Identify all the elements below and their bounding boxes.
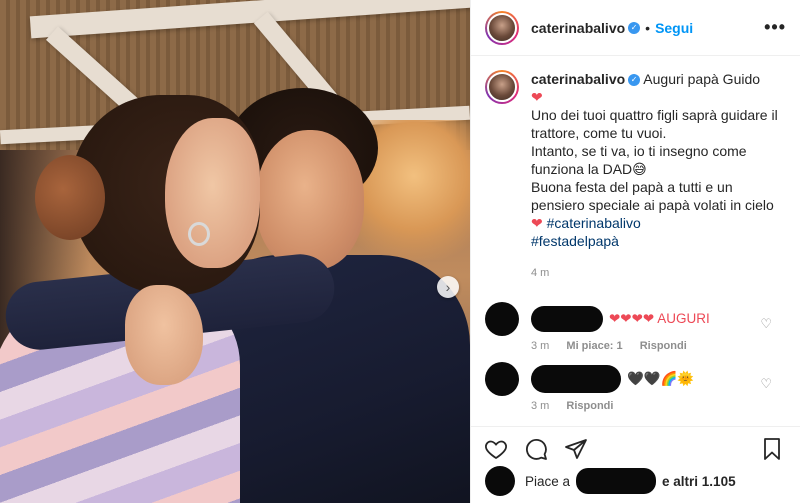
reply-button[interactable]: Rispondi bbox=[566, 400, 613, 412]
likes-prefix: Piace a bbox=[525, 473, 571, 489]
caption-line: Buona festa del papà a tutti e un pensie… bbox=[531, 179, 774, 213]
redacted-username bbox=[576, 468, 657, 494]
commenter-avatar[interactable] bbox=[485, 302, 519, 336]
hoop-earring bbox=[188, 222, 210, 246]
caption-line: Uno dei tuoi quattro figli saprà guidare… bbox=[531, 107, 778, 141]
likes-summary: Piace a e altri 1.105 bbox=[485, 466, 736, 496]
caption: caterinabalivo ✓ Auguri papà Guido ❤ Uno … bbox=[471, 56, 800, 282]
follow-button[interactable]: Segui bbox=[655, 20, 693, 36]
comment-icon[interactable] bbox=[523, 436, 549, 462]
hashtag-link[interactable]: #festadelpapà bbox=[531, 233, 619, 249]
caption-username[interactable]: caterinabalivo bbox=[531, 71, 625, 87]
caption-time[interactable]: 4 m bbox=[531, 264, 781, 282]
comment-item: 🖤🖤🌈🌞 3 m Rispondi ♡ bbox=[471, 362, 800, 412]
post-header: caterinabalivo ✓ • Segui ••• bbox=[471, 0, 800, 56]
woman-hand bbox=[125, 285, 203, 385]
redacted-username bbox=[531, 306, 603, 332]
post-username[interactable]: caterinabalivo bbox=[531, 20, 625, 36]
bookmark-icon[interactable] bbox=[759, 436, 785, 462]
more-options-icon[interactable]: ••• bbox=[764, 17, 786, 38]
paper-plane-icon[interactable] bbox=[563, 436, 589, 462]
verified-badge-icon: ✓ bbox=[628, 74, 641, 87]
hashtag-link[interactable]: #caterinabalivo bbox=[547, 215, 641, 231]
chevron-right-icon[interactable]: › bbox=[437, 276, 459, 298]
woman-face bbox=[165, 118, 260, 268]
man-face bbox=[256, 130, 364, 270]
post-photo[interactable]: › bbox=[0, 0, 470, 503]
verified-badge-icon: ✓ bbox=[628, 21, 641, 34]
comment-like-icon[interactable]: ♡ bbox=[760, 316, 772, 332]
caption-line: Auguri papà Guido bbox=[643, 71, 761, 87]
liker-avatar[interactable] bbox=[485, 466, 515, 496]
post-side-panel: caterinabalivo ✓ • Segui ••• caterinabal… bbox=[470, 0, 800, 503]
comment-time[interactable]: 3 m bbox=[531, 340, 549, 352]
comment-item: ❤❤❤❤ AUGURI 3 m Mi piace: 1 Rispondi ♡ bbox=[471, 302, 800, 352]
redacted-username bbox=[531, 365, 621, 393]
comment-text: 🖤🖤🌈🌞 bbox=[627, 371, 695, 386]
comment-time[interactable]: 3 m bbox=[531, 400, 549, 412]
action-bar bbox=[471, 426, 800, 470]
caption-body: caterinabalivo ✓ Auguri papà Guido ❤ Uno … bbox=[531, 70, 781, 282]
avatar[interactable] bbox=[485, 10, 519, 45]
reply-button[interactable]: Rispondi bbox=[640, 340, 687, 352]
comment-text: ❤❤❤❤ AUGURI bbox=[609, 311, 710, 326]
heart-outline-icon[interactable] bbox=[483, 436, 509, 462]
heart-emoji-icon: ❤ bbox=[531, 215, 543, 231]
commenter-avatar[interactable] bbox=[485, 362, 519, 396]
heart-emoji-icon: ❤ bbox=[531, 89, 543, 105]
caption-line: Intanto, se ti va, io ti insegno come fu… bbox=[531, 143, 747, 177]
avatar[interactable] bbox=[485, 70, 519, 104]
comment-likes[interactable]: Mi piace: 1 bbox=[566, 340, 622, 352]
hair-bun bbox=[35, 155, 105, 240]
likes-count[interactable]: e altri 1.105 bbox=[662, 474, 736, 489]
separator-dot: • bbox=[645, 19, 651, 36]
comment-like-icon[interactable]: ♡ bbox=[760, 376, 772, 392]
